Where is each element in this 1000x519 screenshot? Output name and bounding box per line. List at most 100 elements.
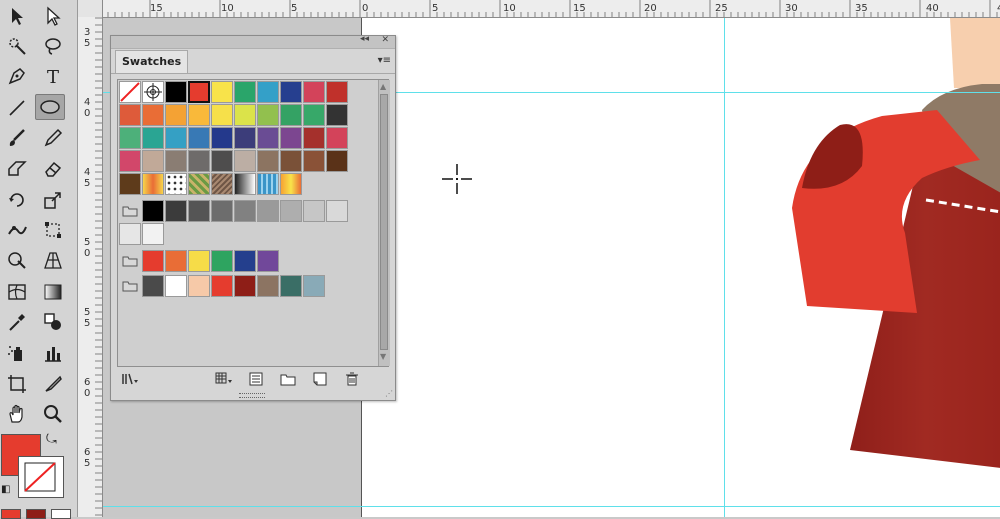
perspective-grid-tool-icon[interactable] bbox=[38, 247, 68, 273]
swatch[interactable] bbox=[234, 200, 256, 222]
hand-tool-icon[interactable] bbox=[2, 401, 32, 427]
rotate-tool-icon[interactable] bbox=[2, 187, 32, 213]
color-mode-button[interactable] bbox=[1, 509, 21, 519]
swatch[interactable] bbox=[257, 81, 279, 103]
magic-wand-tool-icon[interactable] bbox=[2, 33, 32, 59]
swatch[interactable] bbox=[188, 200, 210, 222]
swatch[interactable] bbox=[165, 173, 187, 195]
swatch[interactable] bbox=[142, 250, 164, 272]
swatch[interactable] bbox=[280, 200, 302, 222]
swatch[interactable] bbox=[211, 150, 233, 172]
swatch[interactable] bbox=[188, 104, 210, 126]
paintbrush-tool-icon[interactable] bbox=[2, 125, 32, 151]
swatch[interactable] bbox=[257, 150, 279, 172]
zoom-tool-icon[interactable] bbox=[38, 401, 68, 427]
type-tool-icon[interactable]: T bbox=[38, 63, 68, 89]
swatch[interactable] bbox=[303, 275, 325, 297]
swatch[interactable] bbox=[188, 173, 210, 195]
delete-swatch-icon[interactable] bbox=[343, 371, 361, 387]
scroll-down-icon[interactable]: ▼ bbox=[380, 352, 386, 361]
eyedropper-tool-icon[interactable] bbox=[2, 309, 32, 335]
line-tool-icon[interactable] bbox=[2, 95, 32, 121]
swatch[interactable] bbox=[211, 81, 233, 103]
resize-handle-icon[interactable]: ⋰ bbox=[385, 389, 393, 398]
collapse-panel-button[interactable]: ◂◂ bbox=[360, 34, 369, 44]
selection-tool-icon[interactable] bbox=[2, 3, 32, 29]
width-tool-icon[interactable] bbox=[2, 217, 32, 243]
swatch[interactable] bbox=[211, 275, 233, 297]
swatch[interactable] bbox=[211, 200, 233, 222]
panel-title-bar[interactable]: ◂◂ ✕ bbox=[111, 34, 395, 49]
swatch[interactable] bbox=[326, 127, 348, 149]
swatch[interactable] bbox=[280, 275, 302, 297]
swatch[interactable] bbox=[257, 275, 279, 297]
pencil-tool-icon[interactable] bbox=[38, 125, 68, 151]
swatch-libraries-icon[interactable] bbox=[121, 371, 139, 387]
swatch[interactable] bbox=[257, 250, 279, 272]
swatch[interactable] bbox=[119, 150, 141, 172]
swatch[interactable] bbox=[234, 173, 256, 195]
swatch[interactable] bbox=[142, 150, 164, 172]
swatch[interactable] bbox=[211, 173, 233, 195]
swap-fill-stroke-icon[interactable]: ⤿ bbox=[46, 432, 57, 447]
swatch-options-icon[interactable] bbox=[247, 371, 265, 387]
swatch[interactable] bbox=[234, 127, 256, 149]
scrollbar-thumb[interactable] bbox=[380, 94, 388, 350]
swatch[interactable] bbox=[165, 127, 187, 149]
show-swatch-kinds-icon[interactable] bbox=[215, 371, 233, 387]
swatch[interactable] bbox=[234, 150, 256, 172]
horizontal-guide-bottom[interactable] bbox=[103, 506, 1000, 507]
swatch[interactable] bbox=[303, 150, 325, 172]
blend-tool-icon[interactable] bbox=[38, 309, 68, 335]
swatch[interactable] bbox=[165, 275, 187, 297]
eraser-tool-icon[interactable] bbox=[38, 155, 68, 181]
skin-neck-shape[interactable] bbox=[950, 18, 1000, 88]
free-transform-tool-icon[interactable] bbox=[38, 217, 68, 243]
color-group-folder-icon[interactable] bbox=[119, 275, 141, 297]
swatch[interactable] bbox=[211, 127, 233, 149]
swatch[interactable] bbox=[257, 200, 279, 222]
horizontal-ruler[interactable]: 15105051015202530354045 bbox=[78, 0, 1000, 18]
swatch[interactable] bbox=[188, 275, 210, 297]
panel-menu-button[interactable]: ▾≡ bbox=[378, 55, 391, 66]
swatch[interactable] bbox=[142, 223, 164, 245]
swatch[interactable] bbox=[234, 250, 256, 272]
swatch[interactable] bbox=[326, 81, 348, 103]
swatch[interactable] bbox=[303, 200, 325, 222]
swatch[interactable] bbox=[257, 127, 279, 149]
swatch[interactable] bbox=[119, 81, 141, 103]
swatches-scrollbar[interactable]: ▲ ▼ bbox=[378, 80, 390, 366]
lasso-tool-icon[interactable] bbox=[38, 33, 68, 59]
color-group-folder-icon[interactable] bbox=[119, 250, 141, 272]
swatch[interactable] bbox=[326, 150, 348, 172]
swatch[interactable] bbox=[188, 150, 210, 172]
swatch[interactable] bbox=[119, 173, 141, 195]
none-mode-button[interactable] bbox=[51, 509, 71, 519]
swatch[interactable] bbox=[142, 104, 164, 126]
ruler-origin[interactable] bbox=[78, 0, 103, 18]
gradient-tool-icon[interactable] bbox=[38, 279, 68, 305]
swatch[interactable] bbox=[142, 81, 164, 103]
swatch[interactable] bbox=[119, 127, 141, 149]
swatch[interactable] bbox=[326, 200, 348, 222]
swatch[interactable] bbox=[234, 81, 256, 103]
column-graph-tool-icon[interactable] bbox=[38, 340, 68, 366]
new-color-group-icon[interactable] bbox=[279, 371, 297, 387]
scroll-up-icon[interactable]: ▲ bbox=[380, 82, 386, 91]
stroke-color-swatch[interactable] bbox=[18, 456, 64, 498]
color-group-folder-icon[interactable] bbox=[119, 200, 141, 222]
tab-swatches[interactable]: Swatches bbox=[115, 50, 189, 73]
direct-selection-tool-icon[interactable] bbox=[38, 3, 68, 29]
swatch[interactable] bbox=[280, 104, 302, 126]
swatch[interactable] bbox=[142, 127, 164, 149]
swatch[interactable] bbox=[211, 250, 233, 272]
swatch[interactable] bbox=[119, 223, 141, 245]
swatch[interactable] bbox=[165, 250, 187, 272]
swatch[interactable] bbox=[165, 200, 187, 222]
swatch[interactable] bbox=[142, 200, 164, 222]
swatch[interactable] bbox=[326, 104, 348, 126]
new-swatch-icon[interactable] bbox=[311, 371, 329, 387]
swatch[interactable] bbox=[234, 275, 256, 297]
symbol-sprayer-tool-icon[interactable] bbox=[2, 340, 32, 366]
vertical-ruler[interactable]: 35404550556065 bbox=[78, 17, 103, 517]
